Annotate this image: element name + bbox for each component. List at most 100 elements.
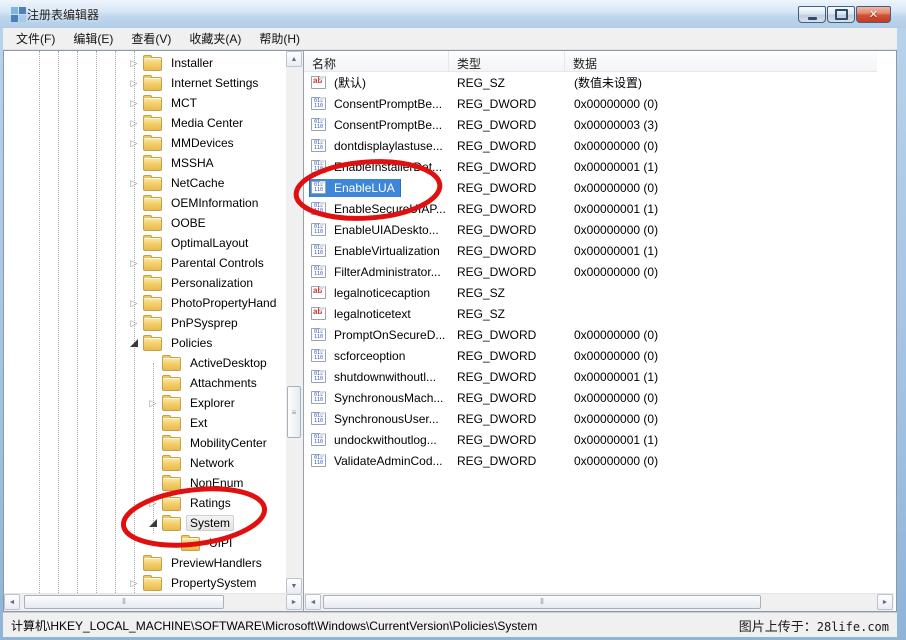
expand-arrow-icon[interactable] [126,75,142,91]
scroll-right-icon[interactable]: ► [286,594,302,610]
registry-value-row[interactable]: EnableLUA REG_DWORD 0x00000000 (0) [304,177,877,198]
folder-icon [162,497,181,511]
tree-horizontal-scrollbar[interactable]: ◄ ⦀ ► [4,593,303,611]
registry-value-row[interactable]: EnableInstallerDet... REG_DWORD 0x000000… [304,156,877,177]
expand-arrow-icon[interactable] [126,95,142,111]
value-data: 0x00000001 (1) [565,370,877,384]
registry-value-row[interactable]: SynchronousUser... REG_DWORD 0x00000000 … [304,408,877,429]
expand-arrow-icon[interactable] [126,175,142,191]
registry-value-row[interactable]: EnableUIADeskto... REG_DWORD 0x00000000 … [304,219,877,240]
value-data: 0x00000001 (1) [565,244,877,258]
registry-value-row[interactable]: EnableVirtualization REG_DWORD 0x0000000… [304,240,877,261]
value-type: REG_DWORD [449,118,565,132]
expand-arrow-icon[interactable] [126,335,142,351]
tree-item[interactable]: ActiveDesktop [4,353,285,373]
expand-arrow-icon[interactable] [126,115,142,131]
tree-item[interactable]: OOBE [4,213,285,233]
value-name: scforceoption [330,348,409,364]
tree-item-label: PropertySystem [167,575,260,591]
registry-value-row[interactable]: dontdisplaylastuse... REG_DWORD 0x000000… [304,135,877,156]
tree-item[interactable]: PnPSysprep [4,313,285,333]
registry-value-row[interactable]: (默认) REG_SZ (数值未设置) [304,72,877,93]
close-button[interactable]: ✕ [856,6,891,23]
value-type: REG_DWORD [449,391,565,405]
folder-icon [162,417,181,431]
list-horizontal-scrollbar[interactable]: ◄ ⦀ ► [304,593,894,611]
tree-item[interactable]: PreviewHandlers [4,553,285,573]
tree-item[interactable]: Network [4,453,285,473]
tree-item[interactable]: MCT [4,93,285,113]
folder-icon [143,97,162,111]
registry-value-row[interactable]: FilterAdministrator... REG_DWORD 0x00000… [304,261,877,282]
value-type-icon [311,76,326,89]
tree-item[interactable]: Media Center [4,113,285,133]
minimize-button[interactable] [798,6,826,23]
column-header-data[interactable]: 数据 [565,51,877,71]
registry-value-row[interactable]: scforceoption REG_DWORD 0x00000000 (0) [304,345,877,366]
list-hscroll-thumb[interactable]: ⦀ [323,595,761,609]
scroll-left-icon[interactable]: ◄ [305,594,321,610]
registry-value-row[interactable]: PromptOnSecureD... REG_DWORD 0x00000000 … [304,324,877,345]
column-header-type[interactable]: 类型 [449,51,565,71]
folder-icon [162,437,181,451]
value-data: 0x00000000 (0) [565,454,877,468]
tree-item[interactable]: Policies [4,333,285,353]
value-name: ConsentPromptBe... [330,117,446,133]
tree-item[interactable]: OptimalLayout [4,233,285,253]
expand-arrow-icon[interactable] [126,315,142,331]
expand-arrow-icon[interactable] [126,55,142,71]
scroll-up-icon[interactable]: ▲ [286,51,302,67]
maximize-button[interactable] [827,6,855,23]
column-header-name[interactable]: 名称 [304,51,449,71]
tree-item[interactable]: UIPI [4,533,285,553]
tree-item[interactable]: PropertySystem [4,573,285,593]
tree-item[interactable]: Personalization [4,273,285,293]
tree-vscroll-thumb[interactable]: ≡ [287,386,301,438]
tree-item[interactable]: MobilityCenter [4,433,285,453]
tree-item[interactable]: NetCache [4,173,285,193]
value-data: 0x00000000 (0) [565,328,877,342]
tree-item[interactable]: System [4,513,285,533]
menu-item[interactable]: 编辑(E) [64,27,122,50]
tree-item[interactable]: Parental Controls [4,253,285,273]
status-bar: 计算机\HKEY_LOCAL_MACHINE\SOFTWARE\Microsof… [3,612,897,637]
tree-item[interactable]: Explorer [4,393,285,413]
expand-arrow-icon[interactable] [126,575,142,591]
scroll-right-icon[interactable]: ► [877,594,893,610]
registry-value-row[interactable]: legalnoticecaption REG_SZ [304,282,877,303]
registry-value-row[interactable]: shutdownwithoutl... REG_DWORD 0x00000001… [304,366,877,387]
expand-arrow-icon[interactable] [126,135,142,151]
expand-arrow-icon[interactable] [145,395,161,411]
tree-vertical-scrollbar[interactable]: ▲ ≡ ▼ [286,51,303,594]
expand-arrow-icon[interactable] [126,295,142,311]
registry-value-row[interactable]: ValidateAdminCod... REG_DWORD 0x00000000… [304,450,877,471]
registry-value-row[interactable]: legalnoticetext REG_SZ [304,303,877,324]
registry-value-row[interactable]: ConsentPromptBe... REG_DWORD 0x00000000 … [304,93,877,114]
menu-item[interactable]: 收藏夹(A) [180,27,250,50]
expand-arrow-icon[interactable] [145,495,161,511]
registry-value-row[interactable]: ConsentPromptBe... REG_DWORD 0x00000003 … [304,114,877,135]
tree-item[interactable]: MMDevices [4,133,285,153]
tree-item[interactable]: MSSHA [4,153,285,173]
tree-item[interactable]: Internet Settings [4,73,285,93]
registry-value-row[interactable]: undockwithoutlog... REG_DWORD 0x00000001… [304,429,877,450]
tree-item[interactable]: Attachments [4,373,285,393]
tree-item[interactable]: Installer [4,53,285,73]
tree-item[interactable]: Ratings [4,493,285,513]
tree-item[interactable]: OEMInformation [4,193,285,213]
tree-item-label: Ratings [186,495,235,511]
tree-item[interactable]: NonEnum [4,473,285,493]
registry-value-row[interactable]: EnableSecureUIAP... REG_DWORD 0x00000001… [304,198,877,219]
menu-item[interactable]: 查看(V) [122,27,180,50]
scroll-down-icon[interactable]: ▼ [286,578,302,594]
scroll-left-icon[interactable]: ◄ [4,594,20,610]
expand-arrow-icon[interactable] [145,515,161,531]
registry-value-row[interactable]: SynchronousMach... REG_DWORD 0x00000000 … [304,387,877,408]
tree-item[interactable]: PhotoPropertyHand [4,293,285,313]
menu-item[interactable]: 文件(F) [7,27,64,50]
tree-item[interactable]: Ext [4,413,285,433]
folder-icon [143,137,162,151]
menu-item[interactable]: 帮助(H) [250,27,309,50]
expand-arrow-icon[interactable] [126,255,142,271]
tree-hscroll-thumb[interactable]: ⦀ [24,595,224,609]
